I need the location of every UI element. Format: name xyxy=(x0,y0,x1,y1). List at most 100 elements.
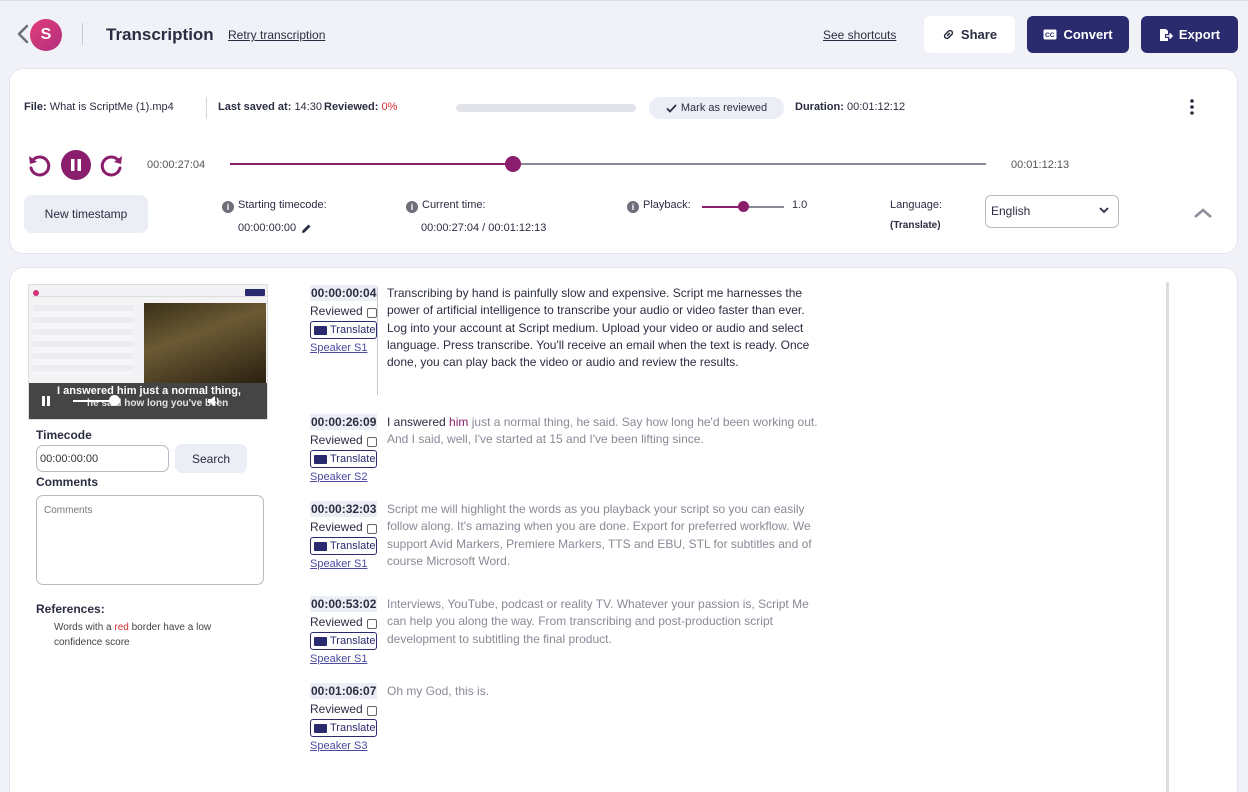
reviewed-percent: 0% xyxy=(381,101,398,113)
segment-text[interactable]: Interviews, YouTube, podcast or reality … xyxy=(387,596,819,648)
reviewed-label: Reviewed xyxy=(310,433,363,447)
segment-timestamp[interactable]: 00:01:06:07 xyxy=(310,683,378,699)
language-select[interactable]: English xyxy=(985,195,1119,228)
seek-handle[interactable] xyxy=(504,156,521,172)
segment-meta: 00:01:06:07 Reviewed Translate Speaker S… xyxy=(310,683,378,752)
see-shortcuts-link[interactable]: See shortcuts xyxy=(823,28,896,42)
last-saved: Last saved at: 14:30 xyxy=(218,101,322,113)
translate-icon xyxy=(314,723,327,733)
translate-label: Translate xyxy=(330,540,376,552)
reviewed-toggle: Reviewed xyxy=(310,615,378,629)
translate-icon xyxy=(314,325,327,335)
transcript-card: I answered him just a normal thing, he s… xyxy=(9,267,1238,792)
new-timestamp-button[interactable]: New timestamp xyxy=(24,195,148,233)
reviewed-checkbox[interactable] xyxy=(366,436,377,447)
segment-text[interactable]: Oh my God, this is. xyxy=(387,683,819,700)
timecode-input[interactable]: 00:00:00:00 xyxy=(36,445,169,472)
speaker-link[interactable]: Speaker S1 xyxy=(310,558,378,570)
translate-button[interactable]: Translate xyxy=(310,719,377,737)
share-label: Share xyxy=(960,27,998,42)
scrollbar[interactable] xyxy=(1166,282,1169,792)
search-button[interactable]: Search xyxy=(175,444,247,473)
pause-button[interactable] xyxy=(61,150,91,180)
reviewed-label: Reviewed: xyxy=(324,101,379,113)
divider xyxy=(206,97,207,119)
comments-label: Comments xyxy=(36,475,99,489)
playback-speed-slider[interactable] xyxy=(702,201,784,212)
reviewed-checkbox[interactable] xyxy=(366,523,377,534)
check-icon xyxy=(666,103,677,113)
speaker-link[interactable]: Speaker S1 xyxy=(310,653,378,665)
speaker-link[interactable]: Speaker S2 xyxy=(310,471,378,483)
segment-text[interactable]: Transcribing by hand is painfully slow a… xyxy=(387,285,819,371)
translate-button[interactable]: Translate xyxy=(310,450,377,468)
ref-red: red xyxy=(114,622,129,633)
saved-time: 14:30 xyxy=(294,101,322,113)
reviewed-checkbox[interactable] xyxy=(366,307,377,318)
preview-caption: I answered him just a normal thing, he s… xyxy=(29,383,267,419)
speaker-link[interactable]: Speaker S3 xyxy=(310,740,378,752)
rewind-icon[interactable] xyxy=(26,153,52,179)
segment-timestamp[interactable]: 00:00:00:04 xyxy=(310,285,378,301)
duration: Duration: 00:01:12:12 xyxy=(795,101,905,113)
playback-handle[interactable] xyxy=(738,201,749,212)
starting-timecode-label: i Starting timecode: xyxy=(222,199,327,213)
forward-icon[interactable] xyxy=(99,153,125,179)
reviewed-checkbox[interactable] xyxy=(366,618,377,629)
translate-icon xyxy=(314,541,327,551)
playback-value: 1.0 xyxy=(792,199,808,211)
player-card: File: What is ScriptMe (1).mp4 Last save… xyxy=(9,68,1238,254)
file-name: What is ScriptMe (1).mp4 xyxy=(49,101,174,113)
segment-timestamp[interactable]: 00:00:53:02 xyxy=(310,596,378,612)
duration-value: 00:01:12:12 xyxy=(846,101,906,113)
segment-timestamp[interactable]: 00:00:32:03 xyxy=(310,501,378,517)
volume-icon[interactable] xyxy=(207,395,221,407)
speaker-link[interactable]: Speaker S1 xyxy=(310,342,378,354)
preview-seek-handle[interactable] xyxy=(109,395,120,406)
segment-text[interactable]: I answered him just a normal thing, he s… xyxy=(387,414,819,449)
file-info: File: What is ScriptMe (1).mp4 xyxy=(24,101,174,113)
segment-meta: 00:00:26:09 Reviewed Translate Speaker S… xyxy=(310,414,378,483)
end-time: 00:01:12:13 xyxy=(1011,159,1070,171)
translate-label: Translate xyxy=(330,453,376,465)
mark-as-reviewed-button[interactable]: Mark as reviewed xyxy=(649,97,784,119)
app-logo[interactable]: S xyxy=(30,19,62,51)
current-word: him xyxy=(449,415,469,429)
pause-icon[interactable] xyxy=(41,395,51,407)
pencil-icon[interactable] xyxy=(301,223,312,234)
export-icon xyxy=(1159,28,1173,41)
preview-frame xyxy=(144,303,266,383)
translate-button[interactable]: Translate xyxy=(310,321,377,339)
retry-transcription-link[interactable]: Retry transcription xyxy=(228,28,325,42)
reviewed-label: Reviewed xyxy=(310,615,363,629)
preview-toolbar xyxy=(31,289,267,297)
share-button[interactable]: Share xyxy=(924,16,1015,53)
page-title: Transcription xyxy=(106,25,214,44)
chevron-up-icon[interactable] xyxy=(1193,207,1213,219)
segment-meta: 00:00:53:02 Reviewed Translate Speaker S… xyxy=(310,596,378,665)
segment-divider xyxy=(377,287,378,395)
export-button[interactable]: Export xyxy=(1141,16,1238,53)
seek-bar[interactable] xyxy=(230,156,986,172)
translate-icon xyxy=(314,454,327,464)
chevron-down-icon xyxy=(1099,207,1109,213)
more-options-icon[interactable] xyxy=(1188,98,1196,116)
playback-text: Playback: xyxy=(643,199,691,211)
translate-button[interactable]: Translate xyxy=(310,632,377,650)
current-label: Current time: xyxy=(422,199,486,211)
segment-timestamp[interactable]: 00:00:26:09 xyxy=(310,414,378,430)
current-time: 00:00:27:04 xyxy=(147,159,206,171)
preview-seek[interactable] xyxy=(73,395,120,406)
reviewed-toggle: Reviewed xyxy=(310,304,378,318)
current-time-value: 00:00:27:04 / 00:01:12:13 xyxy=(421,222,547,234)
video-preview[interactable]: I answered him just a normal thing, he s… xyxy=(28,284,268,420)
reviewed-toggle: Reviewed xyxy=(310,520,378,534)
segment-text[interactable]: Script me will highlight the words as yo… xyxy=(387,501,819,570)
translate-label: Translate xyxy=(330,635,376,647)
comments-field[interactable]: Comments xyxy=(36,495,264,585)
info-icon: i xyxy=(627,201,639,213)
link-icon xyxy=(943,29,954,40)
reviewed-checkbox[interactable] xyxy=(366,705,377,716)
convert-button[interactable]: CC Convert xyxy=(1027,16,1129,53)
translate-button[interactable]: Translate xyxy=(310,537,377,555)
